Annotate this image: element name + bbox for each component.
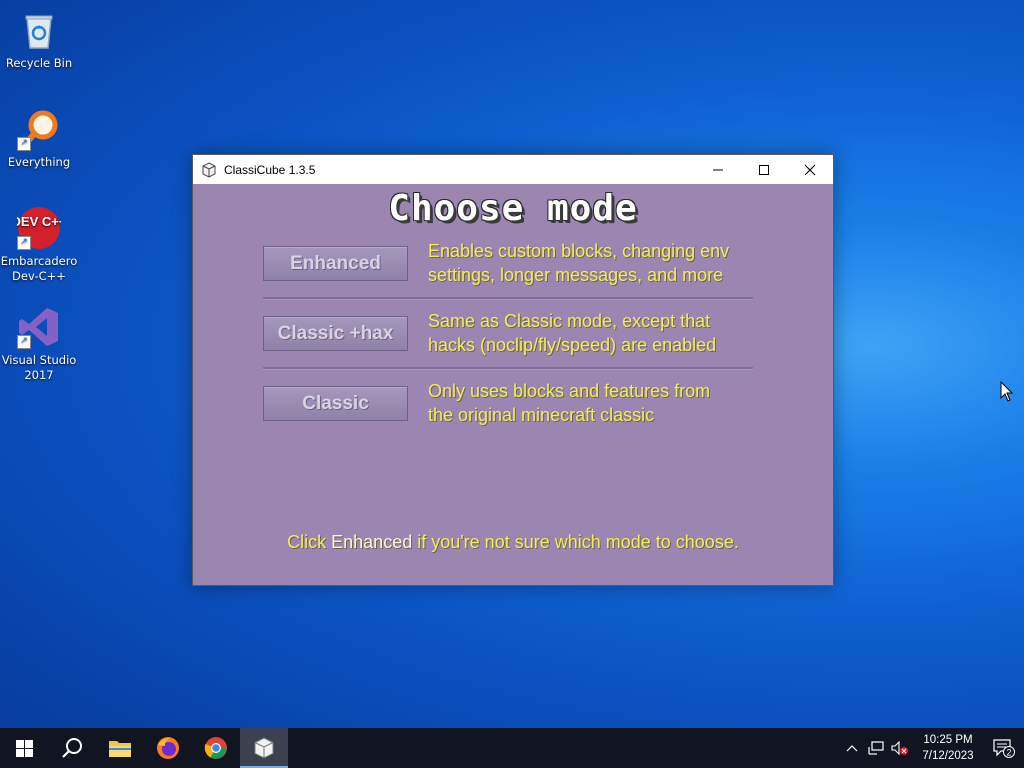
mouse-cursor-icon	[1000, 380, 1014, 407]
desktop-icon-label: Everything	[7, 155, 71, 169]
classic-mode-button[interactable]: Classic	[263, 386, 408, 421]
divider	[263, 297, 753, 300]
everything-magnifier-icon: ↗	[17, 107, 61, 151]
page-title: Choose mode	[388, 188, 638, 229]
desktop-icon-label: Embarcadero Dev-C++	[0, 254, 78, 283]
desktop-icon-everything[interactable]: ↗ Everything	[0, 107, 78, 170]
clock-date: 7/12/2023	[922, 750, 974, 762]
hint-text: Click Enhanced if you're not sure which …	[193, 532, 833, 553]
file-explorer-button[interactable]	[96, 728, 144, 768]
desktop-icon-label: Visual Studio 2017	[1, 353, 77, 382]
network-button[interactable]	[864, 728, 888, 768]
chevron-up-icon	[846, 745, 858, 752]
classicube-window: ClassiCube 1.3.5 Choose mode Enhanced En…	[192, 154, 834, 586]
close-icon	[804, 164, 816, 175]
classicube-app-icon	[201, 161, 217, 178]
desc-line: Enables custom blocks, changing env	[428, 241, 730, 261]
chrome-icon	[204, 737, 227, 759]
search-button[interactable]	[48, 728, 96, 768]
devcpp-logo-text: DEV C++	[17, 214, 61, 229]
volume-button[interactable]	[888, 728, 912, 768]
maximize-button[interactable]	[741, 155, 787, 184]
maximize-icon	[759, 164, 769, 175]
enhanced-mode-button[interactable]: Enhanced	[263, 246, 408, 281]
desc-line: Only uses blocks and features from	[428, 381, 711, 401]
windows-logo-icon	[15, 739, 33, 757]
hint-highlight: Enhanced	[331, 532, 413, 552]
window-title: ClassiCube 1.3.5	[224, 162, 316, 177]
network-icon	[868, 741, 884, 755]
close-button[interactable]	[787, 155, 833, 184]
notification-count: 2	[1006, 748, 1011, 758]
clock-time: 10:25 PM	[923, 734, 973, 746]
classic-hax-mode-button[interactable]: Classic +hax	[263, 316, 408, 351]
notification-icon: 2	[993, 739, 1015, 758]
desc-line: Same as Classic mode, except that	[428, 311, 711, 331]
minimize-icon	[713, 169, 723, 170]
desktop-icon-visual-studio[interactable]: ↗ Visual Studio 2017	[0, 305, 78, 383]
shortcut-arrow-icon: ↗	[17, 137, 31, 151]
volume-muted-icon	[891, 741, 908, 755]
classicube-taskbar-button[interactable]	[240, 728, 288, 768]
search-icon	[62, 738, 82, 758]
shortcut-arrow-icon: ↗	[17, 236, 31, 250]
desktop-icon-devcpp[interactable]: DEV C++ ↗ Embarcadero Dev-C++	[0, 206, 78, 284]
desktop-icon-label: Recycle Bin	[5, 56, 73, 70]
clock[interactable]: 10:25 PM 7/12/2023	[912, 732, 984, 764]
show-hidden-icons-button[interactable]	[840, 728, 864, 768]
hint-post: if you're not sure which mode to choose.	[412, 532, 739, 552]
classicube-icon	[254, 737, 274, 759]
start-button[interactable]	[0, 728, 48, 768]
firefox-button[interactable]	[144, 728, 192, 768]
taskbar: 10:25 PM 7/12/2023 2	[0, 728, 1024, 768]
classic-mode-description: Only uses blocks and features from the o…	[428, 379, 768, 427]
enhanced-mode-description: Enables custom blocks, changing env sett…	[428, 239, 768, 287]
shortcut-arrow-icon: ↗	[17, 335, 31, 349]
hint-pre: Click	[287, 532, 332, 552]
firefox-icon	[157, 737, 179, 759]
window-titlebar[interactable]: ClassiCube 1.3.5	[193, 155, 833, 184]
divider	[263, 367, 753, 370]
action-center-button[interactable]: 2	[984, 728, 1024, 768]
recycle-bin-icon	[17, 8, 61, 52]
classic-hax-mode-description: Same as Classic mode, except that hacks …	[428, 309, 768, 357]
window-client-area: Choose mode Enhanced Enables custom bloc…	[193, 184, 833, 584]
chrome-button[interactable]	[192, 728, 240, 768]
desc-line: hacks (noclip/fly/speed) are enabled	[428, 335, 717, 355]
system-tray: 10:25 PM 7/12/2023 2	[840, 728, 1024, 768]
desc-line: settings, longer messages, and more	[428, 265, 724, 285]
folder-icon	[109, 741, 131, 757]
desktop-icon-recycle-bin[interactable]: Recycle Bin	[0, 8, 78, 71]
minimize-button[interactable]	[695, 155, 741, 184]
visual-studio-icon: ↗	[17, 305, 61, 349]
desc-line: the original minecraft classic	[428, 405, 655, 425]
devcpp-icon: DEV C++ ↗	[12, 206, 67, 250]
